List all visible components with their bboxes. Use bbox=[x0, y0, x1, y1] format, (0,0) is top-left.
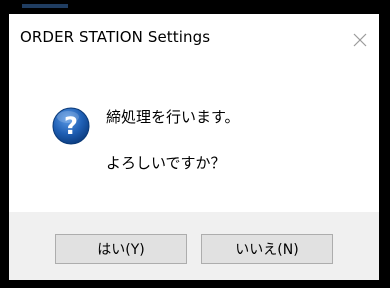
dialog-footer: はい(Y) いいえ(N) bbox=[9, 212, 379, 280]
message-line-2: よろしいですか？ bbox=[106, 154, 226, 172]
close-icon bbox=[353, 33, 367, 47]
background-window-strip bbox=[0, 0, 390, 14]
svg-text:?: ? bbox=[64, 112, 78, 140]
dialog-title: ORDER STATION Settings bbox=[20, 28, 211, 46]
window-shadow-edge bbox=[379, 14, 390, 288]
no-button[interactable]: いいえ(N) bbox=[201, 234, 333, 264]
yes-button[interactable]: はい(Y) bbox=[55, 234, 187, 264]
dialog-titlebar: ORDER STATION Settings bbox=[9, 14, 379, 62]
question-icon: ? bbox=[51, 106, 91, 146]
message-line-1: 締処理を行います。 bbox=[106, 108, 240, 126]
background-window-fragment bbox=[22, 4, 68, 8]
confirm-dialog: ORDER STATION Settings ? 締処理を行います。 よろしいで… bbox=[9, 14, 379, 280]
dialog-content: ? 締処理を行います。 よろしいですか？ bbox=[9, 62, 379, 212]
close-button[interactable] bbox=[345, 26, 375, 54]
